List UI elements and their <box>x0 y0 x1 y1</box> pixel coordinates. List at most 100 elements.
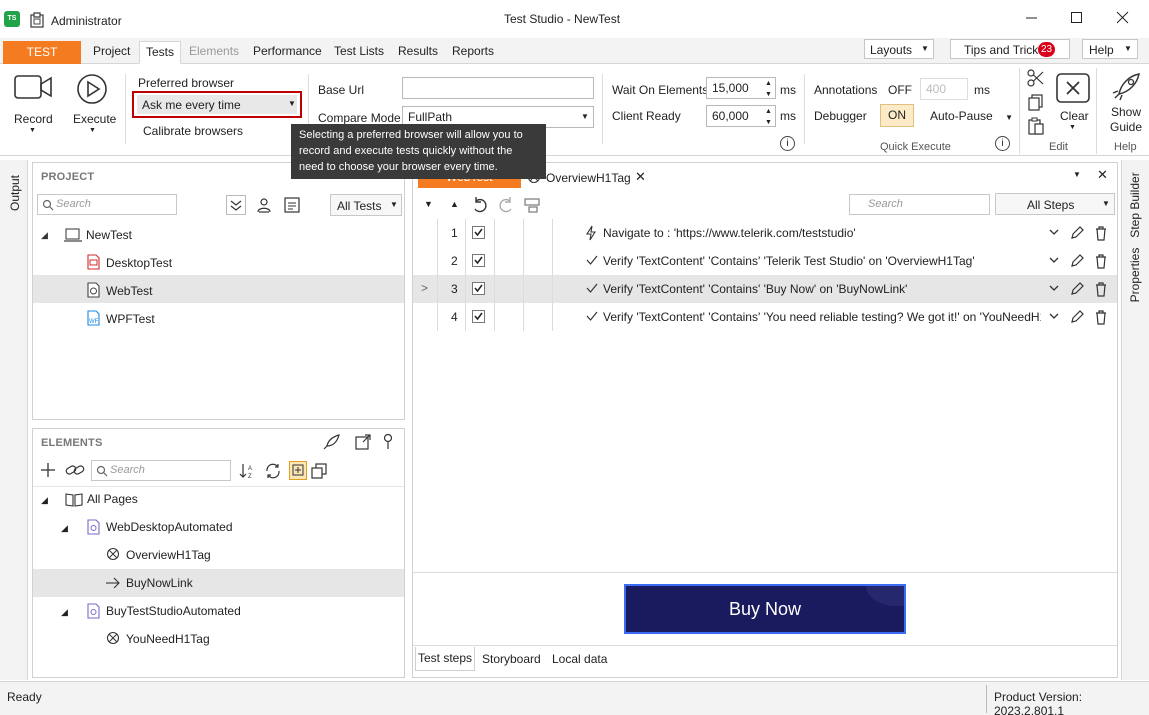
show-guide-button[interactable]: Show Guide <box>1104 70 1146 134</box>
add-icon[interactable] <box>39 461 57 479</box>
chevron-down-icon[interactable] <box>1048 311 1060 321</box>
close-editor-icon[interactable]: ✕ <box>1097 167 1108 183</box>
brand-tab[interactable]: TEST STUDIO <box>3 41 81 81</box>
page-webdesktopautomated[interactable]: WebDesktopAutomated <box>106 520 233 534</box>
tree-item-wpftest[interactable]: WPFTest <box>106 312 155 326</box>
record-button[interactable]: Record ▼ <box>10 72 56 140</box>
wait-on-elements-label: Wait On Elements <box>612 83 709 97</box>
execute-button[interactable]: Execute ▼ <box>72 72 116 140</box>
tab-tests[interactable]: Tests <box>139 41 182 64</box>
user-filter-icon[interactable] <box>255 196 273 214</box>
tips-button[interactable]: Tips and Tricks 23 <box>950 39 1070 59</box>
pin-icon[interactable] <box>382 433 394 451</box>
sort-icon[interactable]: AZ <box>238 462 256 480</box>
tab-storyboard[interactable]: Storyboard <box>482 652 541 666</box>
element-buynowlink[interactable]: BuyNowLink <box>126 576 193 590</box>
debugger-toggle[interactable]: ON <box>880 104 914 127</box>
tab-menu-icon[interactable]: ▼ <box>1073 170 1081 179</box>
base-url-input[interactable] <box>402 77 594 99</box>
step-builder-side-tab[interactable]: Step Builder <box>1124 168 1146 242</box>
clear-button[interactable]: Clear ▼ <box>1056 73 1090 141</box>
trash-icon[interactable] <box>1093 225 1109 241</box>
chevron-down-icon[interactable] <box>1048 283 1060 293</box>
step-options-icon[interactable] <box>523 196 541 214</box>
steps-filter-dropdown[interactable]: All Steps ▼ <box>995 193 1115 215</box>
expand-plus-icon[interactable] <box>289 461 307 480</box>
external-link-icon[interactable] <box>354 433 372 451</box>
step-row[interactable]: 1 Navigate to : 'https://www.telerik.com… <box>413 219 1117 247</box>
test-filter-dropdown[interactable]: All Tests ▼ <box>330 194 402 216</box>
step-enabled-checkbox[interactable] <box>472 282 485 295</box>
copy-icon[interactable] <box>1027 93 1045 111</box>
project-root-label[interactable]: NewTest <box>86 228 132 242</box>
calibrate-browsers-button[interactable]: Calibrate browsers <box>143 124 243 138</box>
tab-results[interactable]: Results <box>392 41 444 63</box>
link-icon[interactable] <box>65 461 85 479</box>
edit-pencil-icon[interactable] <box>1069 253 1085 269</box>
tab-project[interactable]: Project <box>87 41 136 63</box>
help-dropdown[interactable]: Help ▼ <box>1082 39 1138 59</box>
layouts-dropdown[interactable]: Layouts ▼ <box>864 39 934 59</box>
tree-expander-icon[interactable]: ◢ <box>41 230 48 241</box>
tree-expander-icon[interactable]: ◢ <box>61 607 68 618</box>
tab-overviewh1tag[interactable]: OverviewH1Tag <box>546 171 631 185</box>
step-enabled-checkbox[interactable] <box>472 226 485 239</box>
tree-item-desktoptest[interactable]: DesktopTest <box>106 256 172 270</box>
page-buyteststudioautomated[interactable]: BuyTestStudioAutomated <box>106 604 241 618</box>
tab-reports[interactable]: Reports <box>446 41 500 63</box>
element-youneedh1tag[interactable]: YouNeedH1Tag <box>126 632 210 646</box>
collapse-steps-icon[interactable]: ▼ <box>424 199 433 209</box>
tab-elements[interactable]: Elements <box>183 41 245 63</box>
info-icon[interactable]: i <box>780 136 795 151</box>
preferred-browser-dropdown[interactable]: Ask me every time ▼ <box>132 91 302 118</box>
auto-pause-dropdown[interactable]: Auto-Pause ▼ <box>930 109 1013 123</box>
step-row[interactable]: > 3 Verify 'TextContent' 'Contains' 'Buy… <box>413 275 1117 303</box>
close-icon[interactable]: ✕ <box>635 169 646 185</box>
cut-icon[interactable] <box>1027 69 1045 87</box>
project-search-input[interactable]: Search <box>37 194 177 215</box>
step-row[interactable]: 4 Verify 'TextContent' 'Contains' 'You n… <box>413 303 1117 331</box>
info-icon[interactable]: i <box>995 136 1010 151</box>
edit-pencil-icon[interactable] <box>1069 225 1085 241</box>
close-window-button[interactable] <box>1115 10 1131 26</box>
tab-test-lists[interactable]: Test Lists <box>328 41 390 63</box>
client-ready-input[interactable]: 60,000 ▲ ▼ <box>706 105 776 127</box>
steps-search-input[interactable]: Search <box>849 194 990 215</box>
paste-icon[interactable] <box>1027 117 1045 135</box>
output-side-tab[interactable]: Output <box>6 172 24 222</box>
edit-pencil-icon[interactable] <box>1069 309 1085 325</box>
edit-pencil-icon[interactable] <box>1069 281 1085 297</box>
minimize-button[interactable] <box>1024 10 1040 26</box>
tree-expander-icon[interactable]: ◢ <box>41 495 48 506</box>
stepper-down-icon[interactable]: ▼ <box>765 113 772 133</box>
redo-icon[interactable] <box>497 196 515 214</box>
duplicate-icon[interactable] <box>310 462 328 480</box>
properties-side-tab[interactable]: Properties <box>1124 246 1146 306</box>
tree-item-webtest[interactable]: WebTest <box>106 284 152 298</box>
annotations-toggle[interactable]: OFF <box>888 83 912 97</box>
chevron-down-icon[interactable] <box>1048 227 1060 237</box>
elements-search-input[interactable]: Search <box>91 460 231 481</box>
annotations-delay-input[interactable]: 400 <box>920 78 968 100</box>
all-pages-label[interactable]: All Pages <box>87 492 138 506</box>
tab-local-data[interactable]: Local data <box>552 652 607 666</box>
step-enabled-checkbox[interactable] <box>472 254 485 267</box>
chevron-down-icon[interactable] <box>1048 255 1060 265</box>
refresh-icon[interactable] <box>264 462 282 480</box>
wait-on-elements-input[interactable]: 15,000 ▲ ▼ <box>706 77 776 99</box>
trash-icon[interactable] <box>1093 281 1109 297</box>
trash-icon[interactable] <box>1093 309 1109 325</box>
tree-expander-icon[interactable]: ◢ <box>61 523 68 534</box>
maximize-button[interactable] <box>1069 10 1085 26</box>
move-up-icon[interactable]: ▲ <box>450 199 459 209</box>
step-row[interactable]: 2 Verify 'TextContent' 'Contains' 'Teler… <box>413 247 1117 275</box>
tab-performance[interactable]: Performance <box>247 41 328 63</box>
tab-test-steps[interactable]: Test steps <box>415 647 475 671</box>
rocket-icon[interactable] <box>323 433 341 451</box>
step-enabled-checkbox[interactable] <box>472 310 485 323</box>
undo-icon[interactable] <box>471 196 489 214</box>
list-view-icon[interactable] <box>283 196 301 214</box>
element-overviewh1tag[interactable]: OverviewH1Tag <box>126 548 211 562</box>
trash-icon[interactable] <box>1093 253 1109 269</box>
collapse-all-icon[interactable] <box>226 195 246 215</box>
